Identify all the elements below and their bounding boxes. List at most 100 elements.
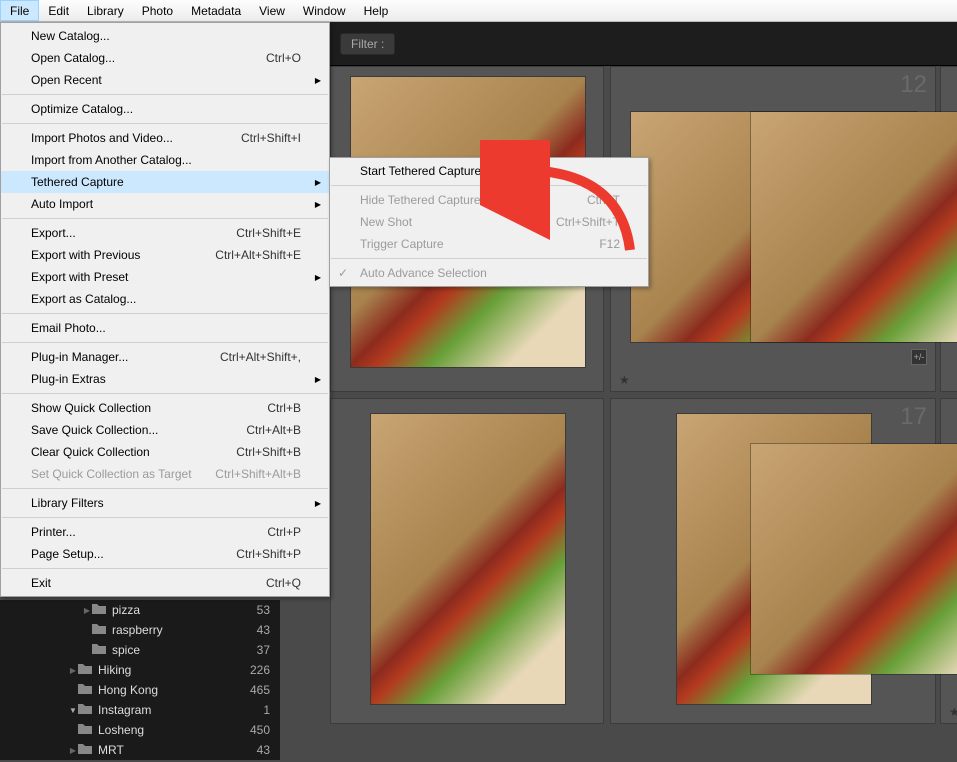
menubar-view[interactable]: View	[250, 0, 294, 21]
library-filter-label[interactable]: Filter :	[340, 33, 395, 55]
folder-row-spice[interactable]: spice37	[0, 640, 280, 660]
file-menu-export-with-preset[interactable]: Export with Preset ▶	[1, 266, 329, 288]
triangle-right-icon[interactable]: ▶	[68, 666, 78, 675]
file-menu-export[interactable]: Export...Ctrl+Shift+E	[1, 222, 329, 244]
file-menu-exit[interactable]: ExitCtrl+Q	[1, 572, 329, 594]
folder-count: 226	[234, 663, 270, 677]
folder-count: 450	[234, 723, 270, 737]
file-menu-optimize-catalog[interactable]: Optimize Catalog...	[1, 98, 329, 120]
grid-cell[interactable]: 1	[940, 66, 957, 392]
file-menu-open-recent[interactable]: Open Recent ▶	[1, 69, 329, 91]
menu-item-label: Save Quick Collection...	[31, 423, 246, 437]
develop-badge-icon[interactable]: +/-	[911, 349, 927, 365]
menu-item-label: Export with Preset	[31, 270, 301, 284]
check-icon: ✓	[338, 266, 348, 280]
folder-count: 1	[234, 703, 270, 717]
folder-row-pizza[interactable]: ▶pizza53	[0, 600, 280, 620]
folder-count: 465	[234, 683, 270, 697]
menu-item-label: Page Setup...	[31, 547, 236, 561]
tethered-menu-auto-advance-selection: ✓ Auto Advance Selection	[330, 262, 648, 284]
menu-item-label: Open Catalog...	[31, 51, 266, 65]
file-menu-export-with-previous[interactable]: Export with PreviousCtrl+Alt+Shift+E	[1, 244, 329, 266]
folder-name: spice	[112, 643, 234, 657]
file-menu-clear-quick-collection[interactable]: Clear Quick CollectionCtrl+Shift+B	[1, 441, 329, 463]
file-menu-plug-in-extras[interactable]: Plug-in Extras▶	[1, 368, 329, 390]
file-menu-tethered-capture[interactable]: Tethered Capture ▶	[1, 171, 329, 193]
menu-item-shortcut: Ctrl+Shift+E	[236, 226, 301, 240]
menu-item-label: Open Recent	[31, 73, 301, 87]
menu-item-label: New Shot	[360, 215, 556, 229]
file-menu-dropdown: New Catalog...Open Catalog...Ctrl+OOpen …	[0, 22, 330, 597]
menubar-file[interactable]: File	[0, 0, 39, 21]
chevron-right-icon: ▶	[315, 76, 321, 85]
menu-item-label: Hide Tethered Capture Window	[360, 193, 587, 207]
menu-item-label: Clear Quick Collection	[31, 445, 236, 459]
folder-row-hiking[interactable]: ▶Hiking226	[0, 660, 280, 680]
file-menu-auto-import[interactable]: Auto Import▶	[1, 193, 329, 215]
menubar-photo[interactable]: Photo	[133, 0, 182, 21]
folder-row-hong-kong[interactable]: Hong Kong465	[0, 680, 280, 700]
grid-cell[interactable]: ★	[940, 398, 957, 724]
menubar-metadata[interactable]: Metadata	[182, 0, 250, 21]
menu-item-shortcut: Ctrl+O	[266, 51, 301, 65]
file-menu-printer[interactable]: Printer...Ctrl+P	[1, 521, 329, 543]
menu-item-label: Show Quick Collection	[31, 401, 267, 415]
folder-icon	[78, 703, 98, 717]
file-menu-open-catalog[interactable]: Open Catalog...Ctrl+O	[1, 47, 329, 69]
folder-name: Losheng	[98, 723, 234, 737]
folders-panel: ▶pizza53raspberry43spice37▶Hiking226Hong…	[0, 600, 280, 760]
chevron-right-icon: ▶	[315, 499, 321, 508]
file-menu-import-photos-and-video[interactable]: Import Photos and Video...Ctrl+Shift+I	[1, 127, 329, 149]
folder-row-raspberry[interactable]: raspberry43	[0, 620, 280, 640]
menu-item-label: Auto Advance Selection	[360, 266, 620, 280]
folder-icon	[92, 623, 112, 637]
menu-item-shortcut: Ctrl+Shift+I	[241, 131, 301, 145]
menu-item-label: Tethered Capture	[31, 175, 301, 189]
triangle-right-icon[interactable]: ▶	[68, 746, 78, 755]
grid-cell[interactable]	[330, 398, 604, 724]
file-menu-import-from-another-catalog[interactable]: Import from Another Catalog...	[1, 149, 329, 171]
file-menu-email-photo[interactable]: Email Photo...	[1, 317, 329, 339]
file-menu-new-catalog[interactable]: New Catalog...	[1, 25, 329, 47]
file-menu-set-quick-collection-as-target: Set Quick Collection as TargetCtrl+Shift…	[1, 463, 329, 485]
file-menu-plug-in-manager[interactable]: Plug-in Manager...Ctrl+Alt+Shift+,	[1, 346, 329, 368]
menubar-window[interactable]: Window	[294, 0, 355, 21]
menu-item-label: New Catalog...	[31, 29, 301, 43]
star-icon[interactable]: ★	[949, 705, 957, 719]
menubar-edit[interactable]: Edit	[39, 0, 78, 21]
file-menu-library-filters[interactable]: Library Filters ▶	[1, 492, 329, 514]
menu-item-shortcut: F12	[599, 237, 620, 251]
menu-item-shortcut: Ctrl+Shift+P	[236, 547, 301, 561]
folder-name: raspberry	[112, 623, 234, 637]
triangle-down-icon[interactable]: ▼	[68, 706, 78, 715]
menu-item-label: Printer...	[31, 525, 267, 539]
chevron-right-icon: ▶	[315, 273, 321, 282]
chevron-right-icon: ▶	[315, 178, 321, 187]
file-menu-save-quick-collection[interactable]: Save Quick Collection...Ctrl+Alt+B	[1, 419, 329, 441]
menubar-help[interactable]: Help	[355, 0, 398, 21]
menu-item-label: Plug-in Manager...	[31, 350, 220, 364]
menu-item-label: Auto Import	[31, 197, 301, 211]
file-menu-page-setup[interactable]: Page Setup...Ctrl+Shift+P	[1, 543, 329, 565]
menubar-library[interactable]: Library	[78, 0, 133, 21]
menu-item-label: Library Filters	[31, 496, 301, 510]
menu-item-shortcut: Ctrl+Shift+T	[556, 215, 620, 229]
tethered-menu-start-tethered-capture[interactable]: Start Tethered Capture...	[330, 160, 648, 182]
menu-item-shortcut: Ctrl+Alt+B	[246, 423, 301, 437]
folder-row-losheng[interactable]: Losheng450	[0, 720, 280, 740]
tethered-menu-hide-tethered-capture-window: Hide Tethered Capture WindowCtrl+T	[330, 189, 648, 211]
star-icon[interactable]: ★	[619, 373, 630, 387]
file-menu-export-as-catalog[interactable]: Export as Catalog...	[1, 288, 329, 310]
thumbnail-image[interactable]	[371, 414, 565, 704]
folder-count: 53	[234, 603, 270, 617]
menu-item-shortcut: Ctrl+Q	[266, 576, 301, 590]
file-menu-show-quick-collection[interactable]: Show Quick CollectionCtrl+B	[1, 397, 329, 419]
thumbnail-image[interactable]	[751, 444, 957, 674]
menu-item-shortcut: Ctrl+Shift+B	[236, 445, 301, 459]
menu-item-label: Start Tethered Capture...	[360, 164, 620, 178]
folder-row-mrt[interactable]: ▶MRT43	[0, 740, 280, 760]
folder-row-instagram[interactable]: ▼Instagram1	[0, 700, 280, 720]
cell-index: 12	[900, 71, 927, 99]
triangle-right-icon[interactable]: ▶	[82, 606, 92, 615]
thumbnail-image[interactable]	[751, 112, 957, 342]
